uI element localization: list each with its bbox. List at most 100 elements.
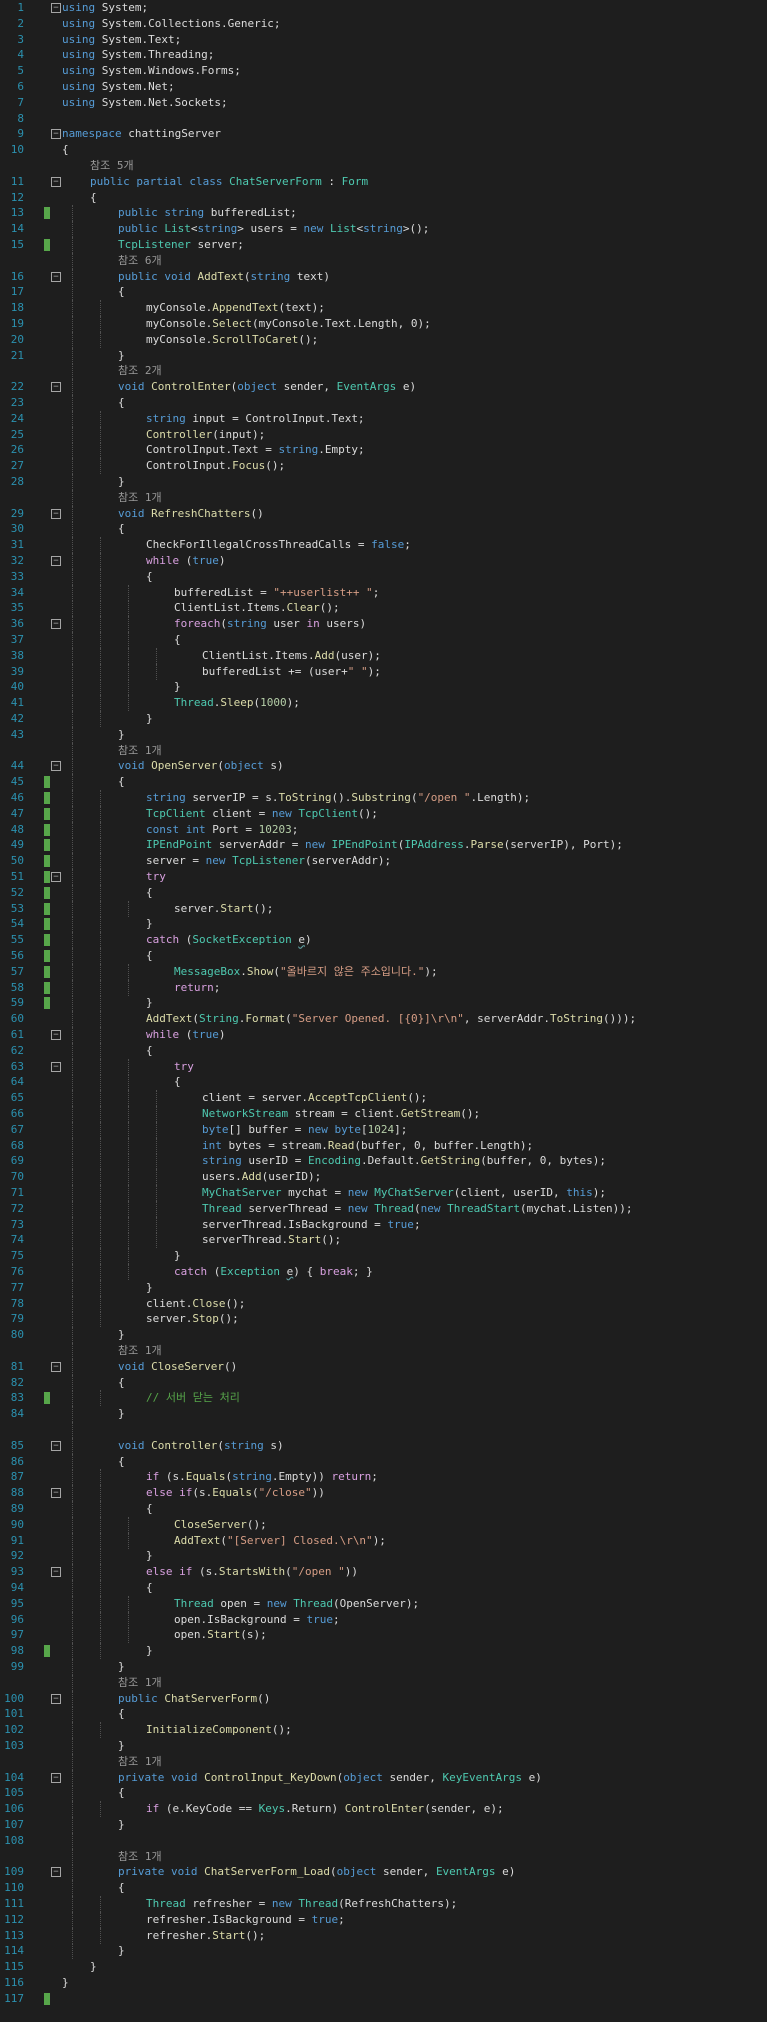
code-line[interactable]: 78 client.Close();	[0, 1295, 767, 1312]
code-line[interactable]: 20 myConsole.ScrollToCaret();	[0, 331, 767, 348]
collapse-icon[interactable]: −	[51, 556, 61, 566]
code-line[interactable]: 87 if (s.Equals(string.Empty)) return;	[0, 1469, 767, 1486]
code-line[interactable]: 114}	[0, 1943, 767, 1960]
code-line[interactable]: 36 − foreach(string user in users)	[0, 616, 767, 633]
code-line[interactable]: 112 refresher.IsBackground = true;	[0, 1911, 767, 1928]
code-line[interactable]: 38 ClientList.Items.Add(user);	[0, 647, 767, 664]
collapse-icon[interactable]: −	[51, 176, 61, 187]
code-line[interactable]: 23 {	[0, 395, 767, 411]
code-line[interactable]: 19 myConsole.Select(myConsole.Text.Length…	[0, 316, 767, 332]
code-line[interactable]: 111 Thread refresher = new Thread(Refresh…	[0, 1896, 767, 1912]
code-editor[interactable]: 1− using System; 2 using System.Collections…	[0, 0, 767, 2022]
code-line[interactable]: 68 int bytes = stream.Read(buffer, 0, buf…	[0, 1137, 767, 1154]
collapse-icon[interactable]: −	[51, 1772, 61, 1783]
code-line[interactable]: 33 {	[0, 568, 767, 585]
collapse-icon[interactable]: −	[51, 129, 61, 140]
reference-count-line[interactable]: 참조 5개	[0, 158, 767, 174]
collapse-icon[interactable]: −	[51, 872, 61, 882]
code-line[interactable]: 90 CloseServer();	[0, 1516, 767, 1533]
code-line[interactable]	[0, 1422, 767, 1438]
collapse-icon[interactable]: −	[51, 1488, 61, 1499]
code-line[interactable]: 6 using System.Net;	[0, 79, 767, 95]
code-line[interactable]: 83 // 서버 닫는 처리	[0, 1390, 767, 1407]
code-line[interactable]: 1 − using System;	[0, 0, 767, 16]
collapse-icon[interactable]: −	[51, 1440, 61, 1451]
code-line[interactable]: 56 {	[0, 948, 767, 964]
code-line[interactable]: 116}	[0, 1975, 767, 1991]
code-line[interactable]: 7 using System.Net.Sockets;	[0, 95, 767, 111]
reference-count[interactable]: 참조 1개	[118, 491, 162, 504]
collapse-icon[interactable]: −	[51, 1061, 61, 1072]
collapse-icon[interactable]: −	[51, 619, 61, 630]
code-line[interactable]: 89 {	[0, 1501, 767, 1517]
reference-count-line[interactable]: 참조 6개	[0, 252, 767, 269]
code-line[interactable]: 49 IPEndPoint serverAddr = new IPEndPoint…	[0, 837, 767, 854]
code-line[interactable]: 17 {	[0, 284, 767, 301]
code-line[interactable]: 16 − public void AddText(string text)	[0, 268, 767, 285]
code-line[interactable]: 48 const int Port = 10203;	[0, 821, 767, 838]
code-line[interactable]: 55 catch (SocketException e)	[0, 932, 767, 949]
code-line[interactable]: 107}	[0, 1817, 767, 1833]
code-line[interactable]: 28}	[0, 474, 767, 490]
code-line[interactable]: 70 users.Add(userID);	[0, 1169, 767, 1186]
code-line[interactable]: 101 {	[0, 1706, 767, 1723]
code-line[interactable]: 94 {	[0, 1580, 767, 1596]
code-line[interactable]: 110 {	[0, 1880, 767, 1897]
code-line[interactable]: 4 using System.Threading;	[0, 47, 767, 63]
code-line[interactable]: 102 InitializeComponent();	[0, 1722, 767, 1739]
collapse-icon[interactable]: −	[51, 1030, 61, 1040]
code-line[interactable]: 104 − private void ControlInput_KeyDown(ob…	[0, 1769, 767, 1786]
code-line[interactable]: 73 serverThread.IsBackground = true;	[0, 1216, 767, 1233]
code-line[interactable]: 65 client = server.AcceptTcpClient();	[0, 1090, 767, 1107]
reference-count-line[interactable]: 참조 1개	[0, 1343, 767, 1359]
reference-count[interactable]: 참조 1개	[118, 1676, 162, 1689]
code-line[interactable]: 88 − else if(s.Equals("/close"))	[0, 1485, 767, 1502]
code-line[interactable]: 27 ControlInput.Focus();	[0, 458, 767, 475]
code-line[interactable]: 51 − try	[0, 869, 767, 885]
code-line[interactable]: 95 Thread open = new Thread(OpenServer);	[0, 1595, 767, 1612]
code-line[interactable]: 44 − void OpenServer(object s)	[0, 758, 767, 775]
code-line[interactable]: 47 TcpClient client = new TcpClient();	[0, 805, 767, 822]
code-line[interactable]: 18 myConsole.AppendText(text);	[0, 300, 767, 317]
code-line[interactable]: 82 {	[0, 1374, 767, 1391]
code-line[interactable]: 72 Thread serverThread = new Thread(new T…	[0, 1200, 767, 1217]
code-line[interactable]: 8	[0, 111, 767, 127]
code-line[interactable]: 66 NetworkStream stream = client.GetStrea…	[0, 1106, 767, 1122]
reference-count-line[interactable]: 참조 2개	[0, 363, 767, 380]
code-line[interactable]: 32 − while (true)	[0, 553, 767, 569]
code-line[interactable]: 43}	[0, 726, 767, 743]
collapse-icon[interactable]: −	[51, 761, 61, 772]
code-line[interactable]: 10 {	[0, 142, 767, 158]
code-line[interactable]: 62 {	[0, 1042, 767, 1059]
code-line[interactable]: 64 {	[0, 1074, 767, 1091]
collapse-icon[interactable]: −	[51, 1567, 61, 1578]
code-line[interactable]: 21}	[0, 347, 767, 364]
code-line[interactable]: 75}	[0, 1248, 767, 1265]
reference-count[interactable]: 참조 6개	[118, 254, 162, 267]
code-line[interactable]: 58 return;	[0, 979, 767, 996]
code-line[interactable]: 29 − void RefreshChatters()	[0, 505, 767, 522]
reference-count[interactable]: 참조 5개	[90, 159, 134, 172]
collapse-icon[interactable]: −	[51, 3, 61, 13]
code-line[interactable]: 24 string input = ControlInput.Text;	[0, 410, 767, 427]
reference-count[interactable]: 참조 2개	[118, 364, 162, 377]
code-line[interactable]: 37 {	[0, 632, 767, 648]
code-line[interactable]: 30 {	[0, 521, 767, 538]
code-line[interactable]: 53 server.Start();	[0, 900, 767, 917]
code-line[interactable]: 67 byte[] buffer = new byte[1024];	[0, 1121, 767, 1138]
collapse-icon[interactable]: −	[51, 271, 61, 282]
code-line[interactable]: 96 open.IsBackground = true;	[0, 1611, 767, 1628]
code-line[interactable]: 61 − while (true)	[0, 1027, 767, 1043]
code-line[interactable]: 31 CheckForIllegalCrossThreadCalls = fals…	[0, 537, 767, 554]
code-line[interactable]: 54}	[0, 916, 767, 933]
code-line[interactable]: 81 − void CloseServer()	[0, 1358, 767, 1375]
reference-count-line[interactable]: 참조 1개	[0, 1674, 767, 1691]
code-line[interactable]: 85 − void Controller(string s)	[0, 1437, 767, 1454]
collapse-icon[interactable]: −	[51, 1867, 61, 1878]
code-line[interactable]: 69 string userID = Encoding.Default.GetSt…	[0, 1153, 767, 1170]
code-line[interactable]: 26 ControlInput.Text = string.Empty;	[0, 442, 767, 459]
code-line[interactable]: 105 {	[0, 1785, 767, 1802]
code-line[interactable]: 63 − try	[0, 1058, 767, 1075]
code-line[interactable]: 80}	[0, 1327, 767, 1344]
code-line[interactable]: 57 MessageBox.Show("올바르지 않은 주소입니다.");	[0, 963, 767, 980]
